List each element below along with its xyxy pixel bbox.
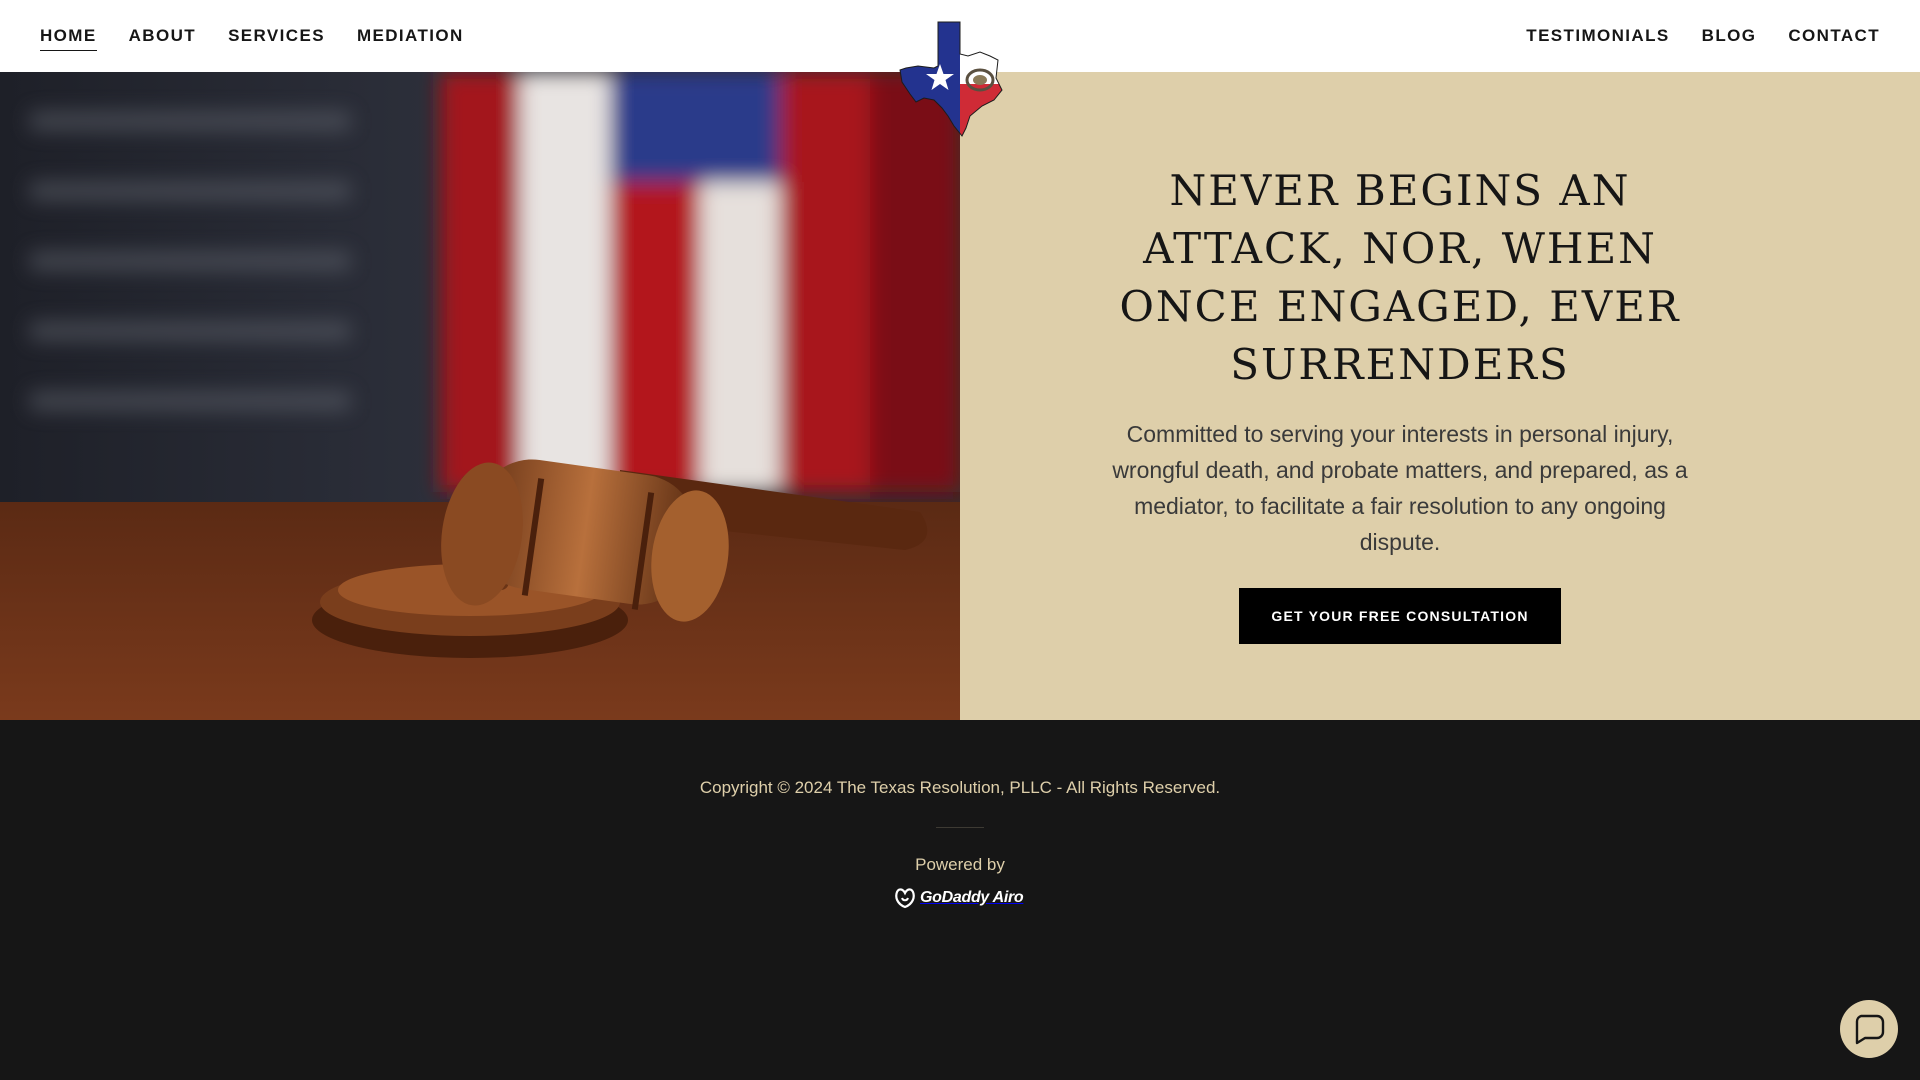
site-footer: Copyright © 2024 The Texas Resolution, P… — [0, 720, 1920, 1080]
nav-about[interactable]: ABOUT — [129, 22, 196, 50]
primary-nav-right: TESTIMONIALS BLOG CONTACT — [1494, 0, 1880, 72]
powered-by-text: Powered by — [915, 855, 1005, 874]
gavel-and-flag-photo-icon — [0, 72, 960, 720]
godaddy-airo-link[interactable]: GoDaddy Airo — [894, 886, 1024, 910]
free-consultation-button[interactable]: GET YOUR FREE CONSULTATION — [1239, 588, 1561, 644]
primary-nav-left: HOME ABOUT SERVICES MEDIATION — [40, 0, 496, 72]
copyright-text: Copyright © 2024 The Texas Resolution, P… — [699, 778, 1221, 797]
chat-widget-button[interactable] — [1840, 1000, 1898, 1058]
hero-headline: Never begins an attack, nor, when once e… — [1119, 166, 1681, 389]
chat-bubble-icon — [1855, 1014, 1885, 1045]
nav-mediation[interactable]: MEDIATION — [357, 22, 464, 50]
hero-image — [0, 72, 960, 720]
hero-section: Never begins an attack, nor, when once e… — [0, 72, 1920, 720]
texas-flag-map-logo-icon — [899, 21, 1003, 137]
godaddy-logo-icon — [895, 888, 915, 909]
hero-subtext: Committed to serving your interests in p… — [1112, 421, 1688, 555]
hero-content: Never begins an attack, nor, when once e… — [1110, 162, 1690, 644]
hero-text-panel: Never begins an attack, nor, when once e… — [960, 72, 1920, 720]
nav-testimonials[interactable]: TESTIMONIALS — [1526, 22, 1669, 50]
nav-services[interactable]: SERVICES — [228, 22, 325, 50]
nav-contact[interactable]: CONTACT — [1788, 22, 1880, 50]
godaddy-airo-label: GoDaddy Airo — [920, 889, 1024, 906]
footer-divider — [936, 827, 984, 828]
nav-blog[interactable]: BLOG — [1702, 22, 1757, 50]
texas-logo[interactable] — [898, 20, 1022, 138]
nav-home[interactable]: HOME — [40, 22, 97, 51]
